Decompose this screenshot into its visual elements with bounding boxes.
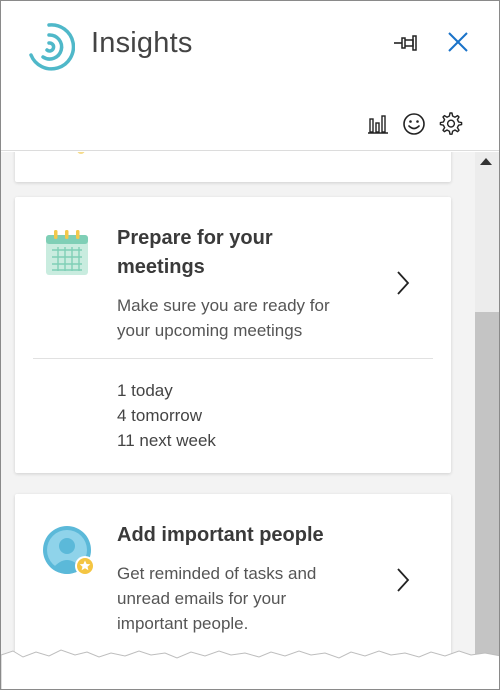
card-divider: [33, 358, 433, 359]
app-title: Insights: [91, 27, 193, 59]
close-icon[interactable]: [443, 27, 473, 57]
vertical-scrollbar[interactable]: [475, 152, 499, 689]
chevron-right-icon[interactable]: [393, 566, 413, 594]
person-star-icon: [43, 526, 95, 576]
calendar-icon: [46, 230, 88, 275]
previous-card-icon-fragment: [77, 152, 85, 154]
meetings-stats: 1 today 4 tomorrow 11 next week: [117, 378, 216, 453]
pin-icon[interactable]: [391, 29, 423, 57]
gear-icon[interactable]: [437, 111, 463, 137]
people-card-title: Add important people: [117, 524, 324, 546]
smiley-icon[interactable]: [401, 111, 427, 137]
stat-today: 1 today: [117, 381, 173, 400]
torn-edge-decoration: [1, 649, 499, 689]
meetings-card-description: Make sure you are ready for your upcomin…: [117, 296, 330, 340]
people-card-description: Get reminded of tasks and unread emails …: [117, 564, 317, 633]
bar-chart-icon[interactable]: [365, 111, 391, 137]
scroll-up-arrow-icon[interactable]: [480, 158, 492, 165]
previous-card[interactable]: [15, 152, 451, 182]
stat-next-week: 11 next week: [117, 431, 216, 450]
insights-feed: Prepare for your meetings Make sure you …: [1, 152, 475, 689]
insights-logo-icon: [29, 23, 75, 71]
pane-header: Insights: [1, 1, 499, 151]
stat-tomorrow: 4 tomorrow: [117, 406, 203, 425]
scrollbar-thumb[interactable]: [475, 312, 499, 689]
meetings-card-title: Prepare for your meetings: [117, 227, 273, 278]
insights-pane: Insights Prepare for your meetings Make …: [0, 0, 500, 690]
chevron-right-icon[interactable]: [393, 269, 413, 297]
prepare-meetings-card[interactable]: Prepare for your meetings Make sure you …: [15, 197, 451, 473]
